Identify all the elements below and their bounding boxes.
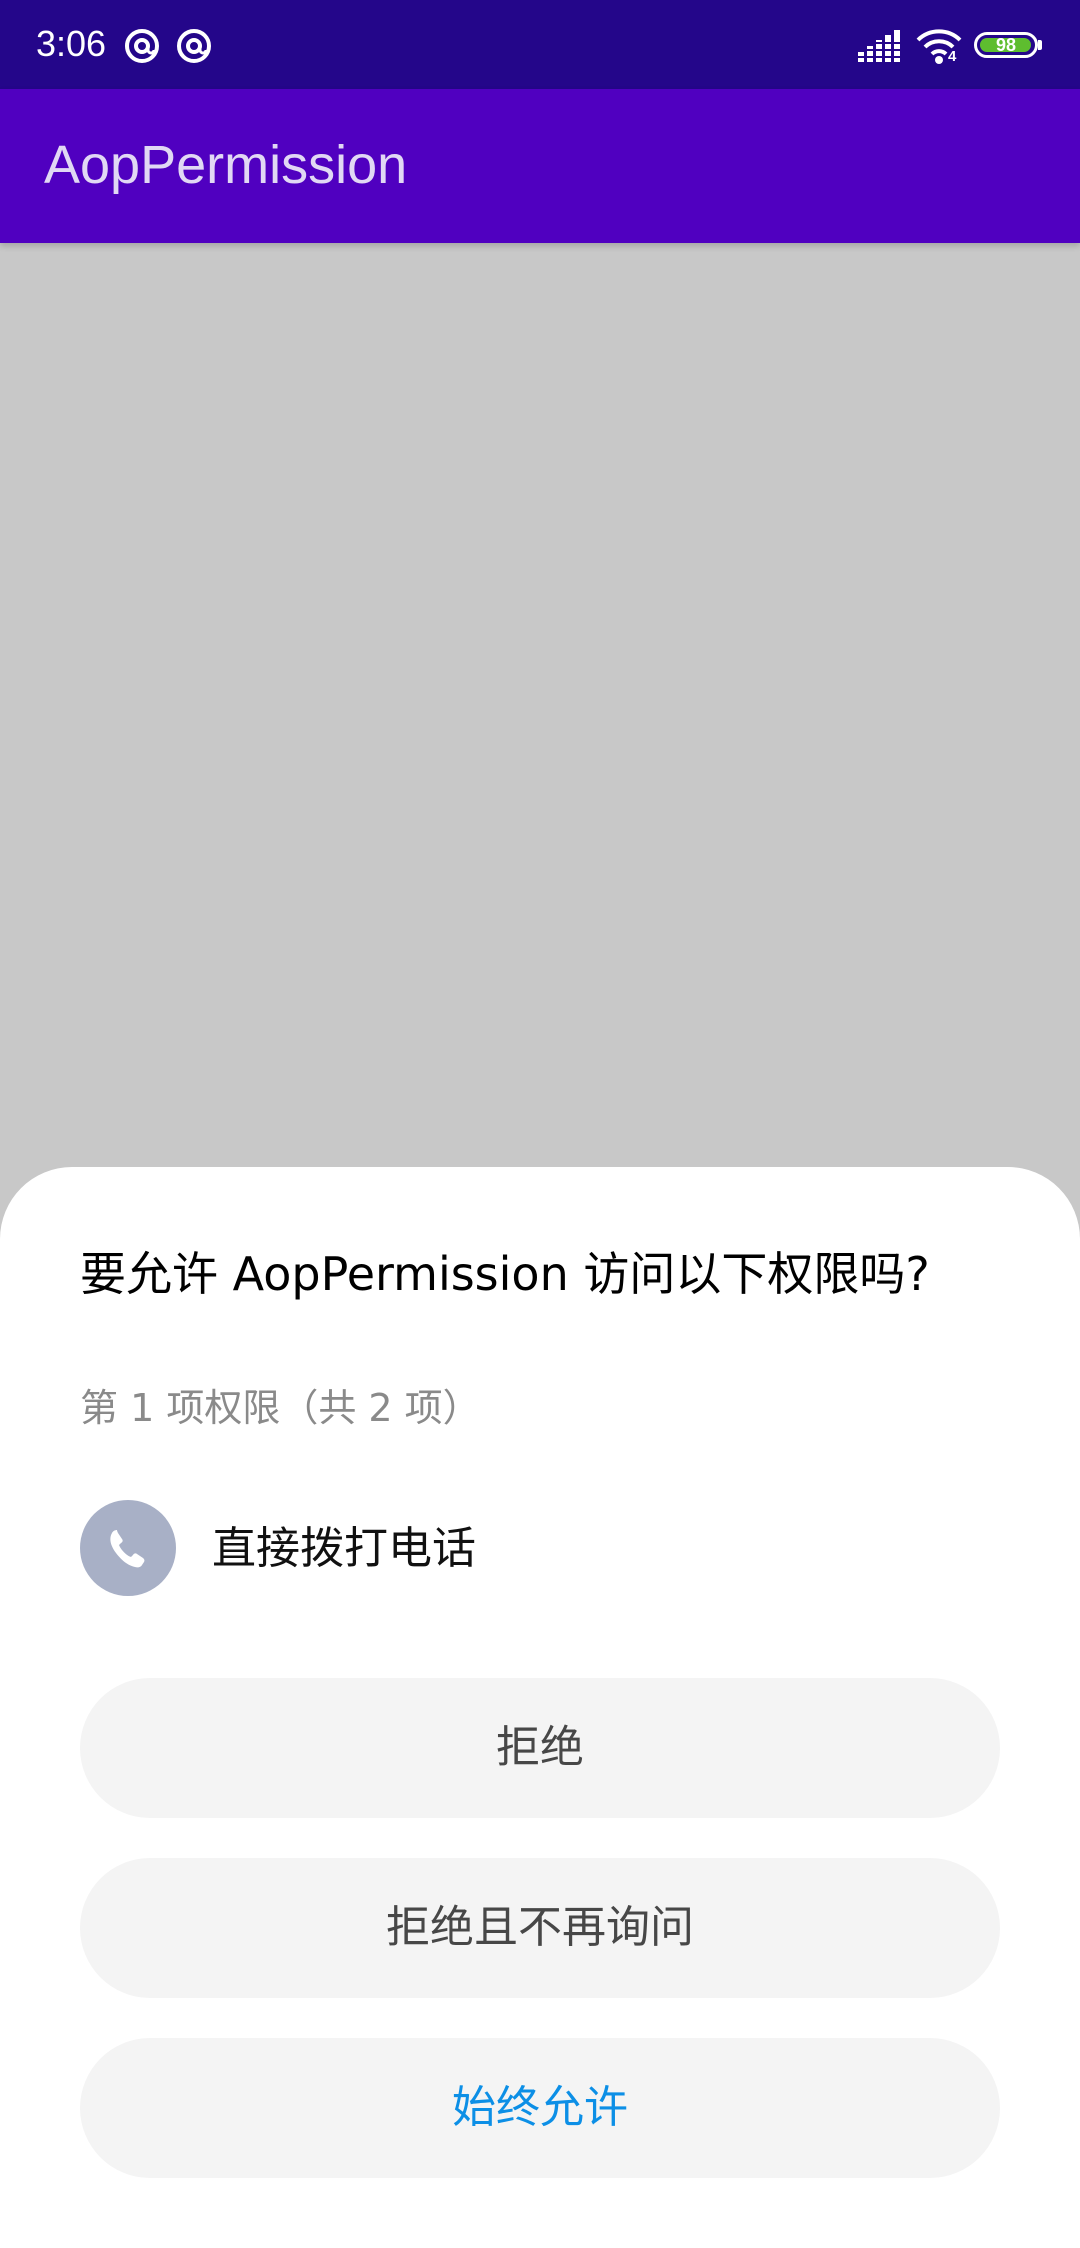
app-bar: AopPermission	[0, 89, 1080, 243]
battery-level: 98	[995, 35, 1017, 55]
deny-button[interactable]: 拒绝	[80, 1678, 1000, 1818]
app-title: AopPermission	[44, 135, 408, 195]
dialog-subtitle: 第 1 项权限（共 2 项）	[80, 1386, 481, 1430]
wifi-icon: 4	[914, 26, 964, 70]
at-sign-icon	[176, 28, 212, 68]
dialog-title: 要允许 AopPermission 访问以下权限吗?	[80, 1247, 930, 1301]
permission-label: 直接拨打电话	[212, 1523, 476, 1574]
status-bar: 3:06 4 98	[0, 0, 1080, 89]
permission-dialog: 要允许 AopPermission 访问以下权限吗? 第 1 项权限（共 2 项…	[0, 1167, 1080, 2248]
battery-tip	[1038, 40, 1042, 50]
signal-icon	[858, 30, 902, 68]
at-sign-icon	[124, 28, 160, 68]
battery-icon: 98	[974, 32, 1038, 58]
always-allow-button[interactable]: 始终允许	[80, 2038, 1000, 2178]
wifi-generation-label: 4	[948, 48, 957, 65]
phone-icon	[80, 1500, 176, 1596]
deny-dont-ask-button[interactable]: 拒绝且不再询问	[80, 1858, 1000, 1998]
status-time: 3:06	[36, 23, 107, 64]
